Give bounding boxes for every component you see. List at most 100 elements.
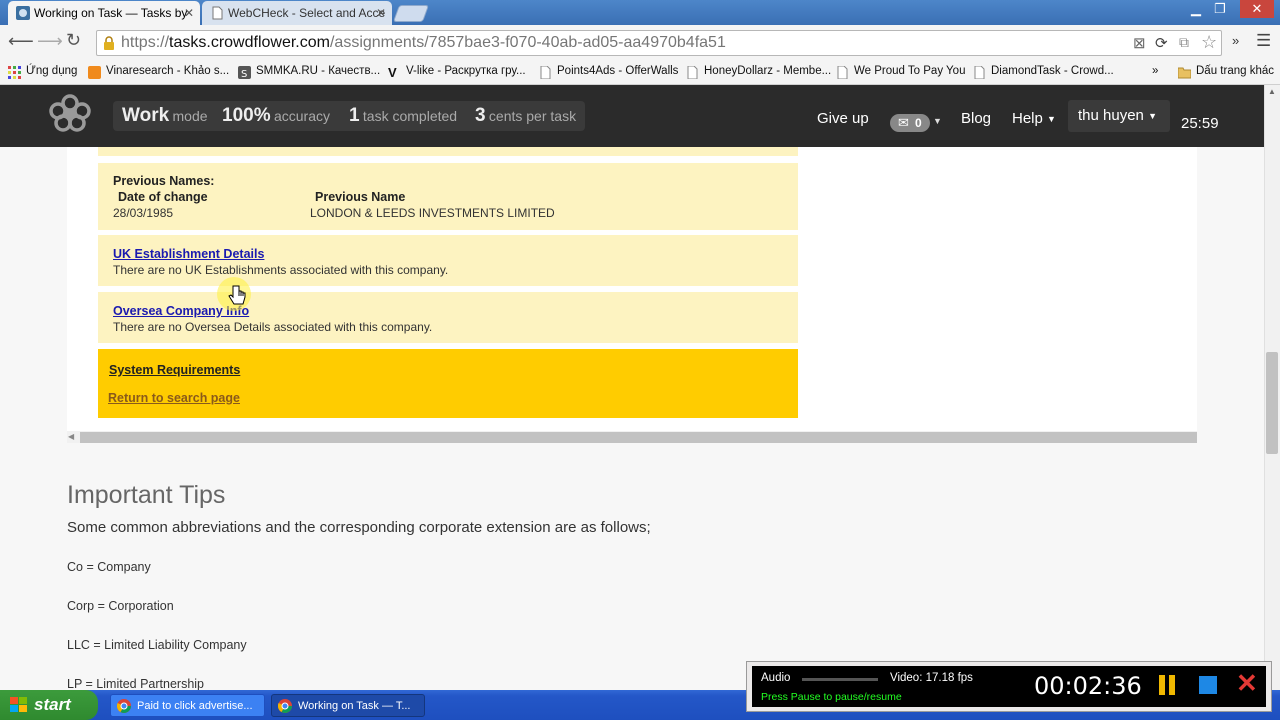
- close-icon[interactable]: ✕: [376, 1, 386, 25]
- bookmark-vinaresearch[interactable]: Vinaresearch - Khảo s...: [88, 61, 229, 85]
- page-icon: [687, 66, 698, 79]
- stop-icon[interactable]: [1199, 676, 1217, 694]
- new-tab-button[interactable]: [392, 5, 430, 22]
- taskbar-item-working-on-task[interactable]: Working on Task — T...: [271, 694, 425, 717]
- audio-label: Audio: [761, 672, 791, 684]
- reload-icon[interactable]: ↻: [66, 30, 81, 51]
- browser-tab-bar: Working on Task — Tasks by ✕ WebCHeck - …: [0, 0, 1280, 25]
- menu-icon[interactable]: ☰: [1256, 31, 1271, 51]
- date-of-change-value: 28/03/1985: [113, 206, 174, 220]
- tasks-completed-stat: 1 task completed: [349, 105, 458, 126]
- return-to-search-link[interactable]: Return to search page: [108, 391, 240, 405]
- url-path: /assignments/7857bae3-f070-40ab-ad05-aa4…: [329, 34, 726, 51]
- minimize-icon[interactable]: ▁: [1184, 0, 1208, 18]
- previous-name-value: LONDON & LEEDS INVESTMENTS LIMITED: [310, 206, 555, 220]
- important-tips-title: Important Tips: [67, 481, 226, 509]
- frame-horizontal-scrollbar-thumb[interactable]: [80, 432, 1197, 443]
- lock-icon: [104, 36, 114, 50]
- previous-names-title: Previous Names:: [113, 174, 215, 188]
- page-icon: [974, 66, 985, 79]
- forward-icon[interactable]: ⟶: [37, 31, 63, 52]
- star-icon[interactable]: ☆: [1201, 32, 1217, 53]
- help-menu[interactable]: Help ▼: [1012, 110, 1056, 127]
- tips-intro: Some common abbreviations and the corres…: [67, 519, 651, 536]
- bookmark-points4ads[interactable]: Points4Ads - OfferWalls: [539, 61, 678, 85]
- url-prefix: https://: [121, 34, 170, 51]
- previous-box-remnant: [98, 147, 798, 156]
- tip-item: Corp = Corporation: [67, 599, 174, 613]
- page-scrollbar-thumb[interactable]: [1266, 352, 1278, 454]
- apps-grid-icon: [8, 66, 21, 79]
- uk-establishment-text: There are no UK Establishments associate…: [113, 263, 449, 277]
- bookmark-vlike[interactable]: V V-like - Раскрутка гру...: [388, 61, 526, 85]
- bookmark-honeydollarz[interactable]: HoneyDollarz - Membe...: [686, 61, 831, 85]
- address-bar[interactable]: https://tasks.crowdflower.com/assignment…: [96, 30, 1222, 56]
- crowdflower-favicon-icon: [16, 6, 30, 20]
- bookmark-smmka[interactable]: S SMMKA.RU - Качеств...: [238, 61, 380, 85]
- close-icon[interactable]: ✕: [184, 1, 194, 25]
- system-requirements-link[interactable]: System Requirements: [109, 363, 240, 377]
- crowdflower-logo-icon[interactable]: [46, 94, 94, 132]
- previous-name-header: Previous Name: [315, 190, 406, 204]
- bookmarks-bar: Ứng dụng Vinaresearch - Khảo s... S SMMK…: [0, 61, 1280, 85]
- previous-names-box: Previous Names: Date of change Previous …: [98, 163, 798, 230]
- restore-icon[interactable]: ❐: [1208, 0, 1232, 18]
- browser-toolbar: ⟵ ⟶ ↻ https://tasks.crowdflower.com/assi…: [0, 25, 1280, 61]
- mail-icon: ✉: [898, 115, 909, 130]
- other-bookmarks[interactable]: Dấu trang khác: [1178, 61, 1274, 85]
- footer-links-box: System Requirements Return to search pag…: [98, 349, 798, 418]
- tab-webcheck[interactable]: WebCHeck - Select and Acce ✕: [202, 1, 392, 25]
- pause-icon[interactable]: [1159, 675, 1177, 695]
- blocked-content-icon[interactable]: ⊠: [1133, 34, 1146, 52]
- accuracy-stat: 100% accuracy: [222, 105, 330, 126]
- recording-time: 00:02:36: [1034, 672, 1142, 700]
- page-icon: [540, 66, 551, 79]
- audio-level-meter: [802, 678, 878, 681]
- bookmark-apps[interactable]: Ứng dụng: [8, 61, 77, 85]
- task-header: Work mode 100% accuracy 1 task completed…: [0, 85, 1264, 147]
- page-icon: [837, 66, 848, 79]
- give-up-link[interactable]: Give up: [817, 110, 869, 127]
- scroll-up-icon[interactable]: ▲: [1268, 87, 1276, 96]
- bookmark-diamondtask[interactable]: DiamondTask - Crowd...: [973, 61, 1114, 85]
- hand-cursor-icon: [228, 285, 246, 305]
- uk-establishment-link[interactable]: UK Establishment Details: [113, 247, 264, 261]
- extensions-overflow-icon[interactable]: »: [1232, 33, 1239, 48]
- start-button[interactable]: start: [0, 690, 98, 720]
- blog-link[interactable]: Blog: [961, 110, 991, 127]
- pause-hint: Press Pause to pause/resume: [761, 691, 902, 703]
- oversea-company-text: There are no Oversea Details associated …: [113, 320, 433, 334]
- bookmark-we-proud[interactable]: We Proud To Pay You: [836, 61, 965, 85]
- cancel-recording-icon[interactable]: ✕: [1236, 668, 1258, 699]
- vinaresearch-icon: [88, 66, 101, 79]
- back-icon[interactable]: ⟵: [8, 31, 34, 52]
- taskbar-item-paid-to-click[interactable]: Paid to click advertise...: [110, 694, 265, 717]
- chrome-icon: [117, 699, 131, 713]
- folder-icon: [1178, 67, 1191, 79]
- vlike-icon: V: [388, 65, 397, 80]
- cents-per-task-stat: 3 cents per task: [475, 105, 577, 126]
- translate-icon[interactable]: ⧉: [1179, 34, 1189, 51]
- window-close-icon[interactable]: ✕: [1240, 0, 1274, 18]
- scroll-left-icon[interactable]: ◀: [68, 432, 74, 441]
- chevron-down-icon: ▼: [1148, 111, 1157, 122]
- video-fps-label: Video: 17.18 fps: [890, 672, 973, 684]
- url-host: tasks.crowdflower.com: [169, 34, 330, 51]
- mail-count: 0: [915, 116, 922, 130]
- chevron-down-icon: ▼: [933, 116, 942, 126]
- screen-recorder-display: Audio Video: 17.18 fps Press Pause to pa…: [752, 666, 1266, 707]
- chevron-down-icon: ▼: [1047, 114, 1056, 125]
- task-timer: 25:59: [1181, 115, 1219, 132]
- messages-button[interactable]: ✉ 0 ▼: [890, 114, 942, 132]
- bookmarks-overflow-button[interactable]: »: [1152, 61, 1158, 85]
- windows-logo-icon: [10, 697, 27, 712]
- smmka-icon: S: [238, 66, 251, 79]
- chrome-icon: [278, 699, 292, 713]
- uk-establishment-box: UK Establishment Details There are no UK…: [98, 235, 798, 286]
- tip-item: LP = Limited Partnership: [67, 677, 204, 691]
- tab-working-on-task[interactable]: Working on Task — Tasks by ✕: [8, 1, 200, 25]
- mode-stat: Work mode: [122, 105, 208, 126]
- date-of-change-header: Date of change: [118, 190, 208, 204]
- user-menu[interactable]: thu huyen ▼: [1068, 100, 1170, 132]
- sync-icon[interactable]: ⟳: [1155, 34, 1168, 52]
